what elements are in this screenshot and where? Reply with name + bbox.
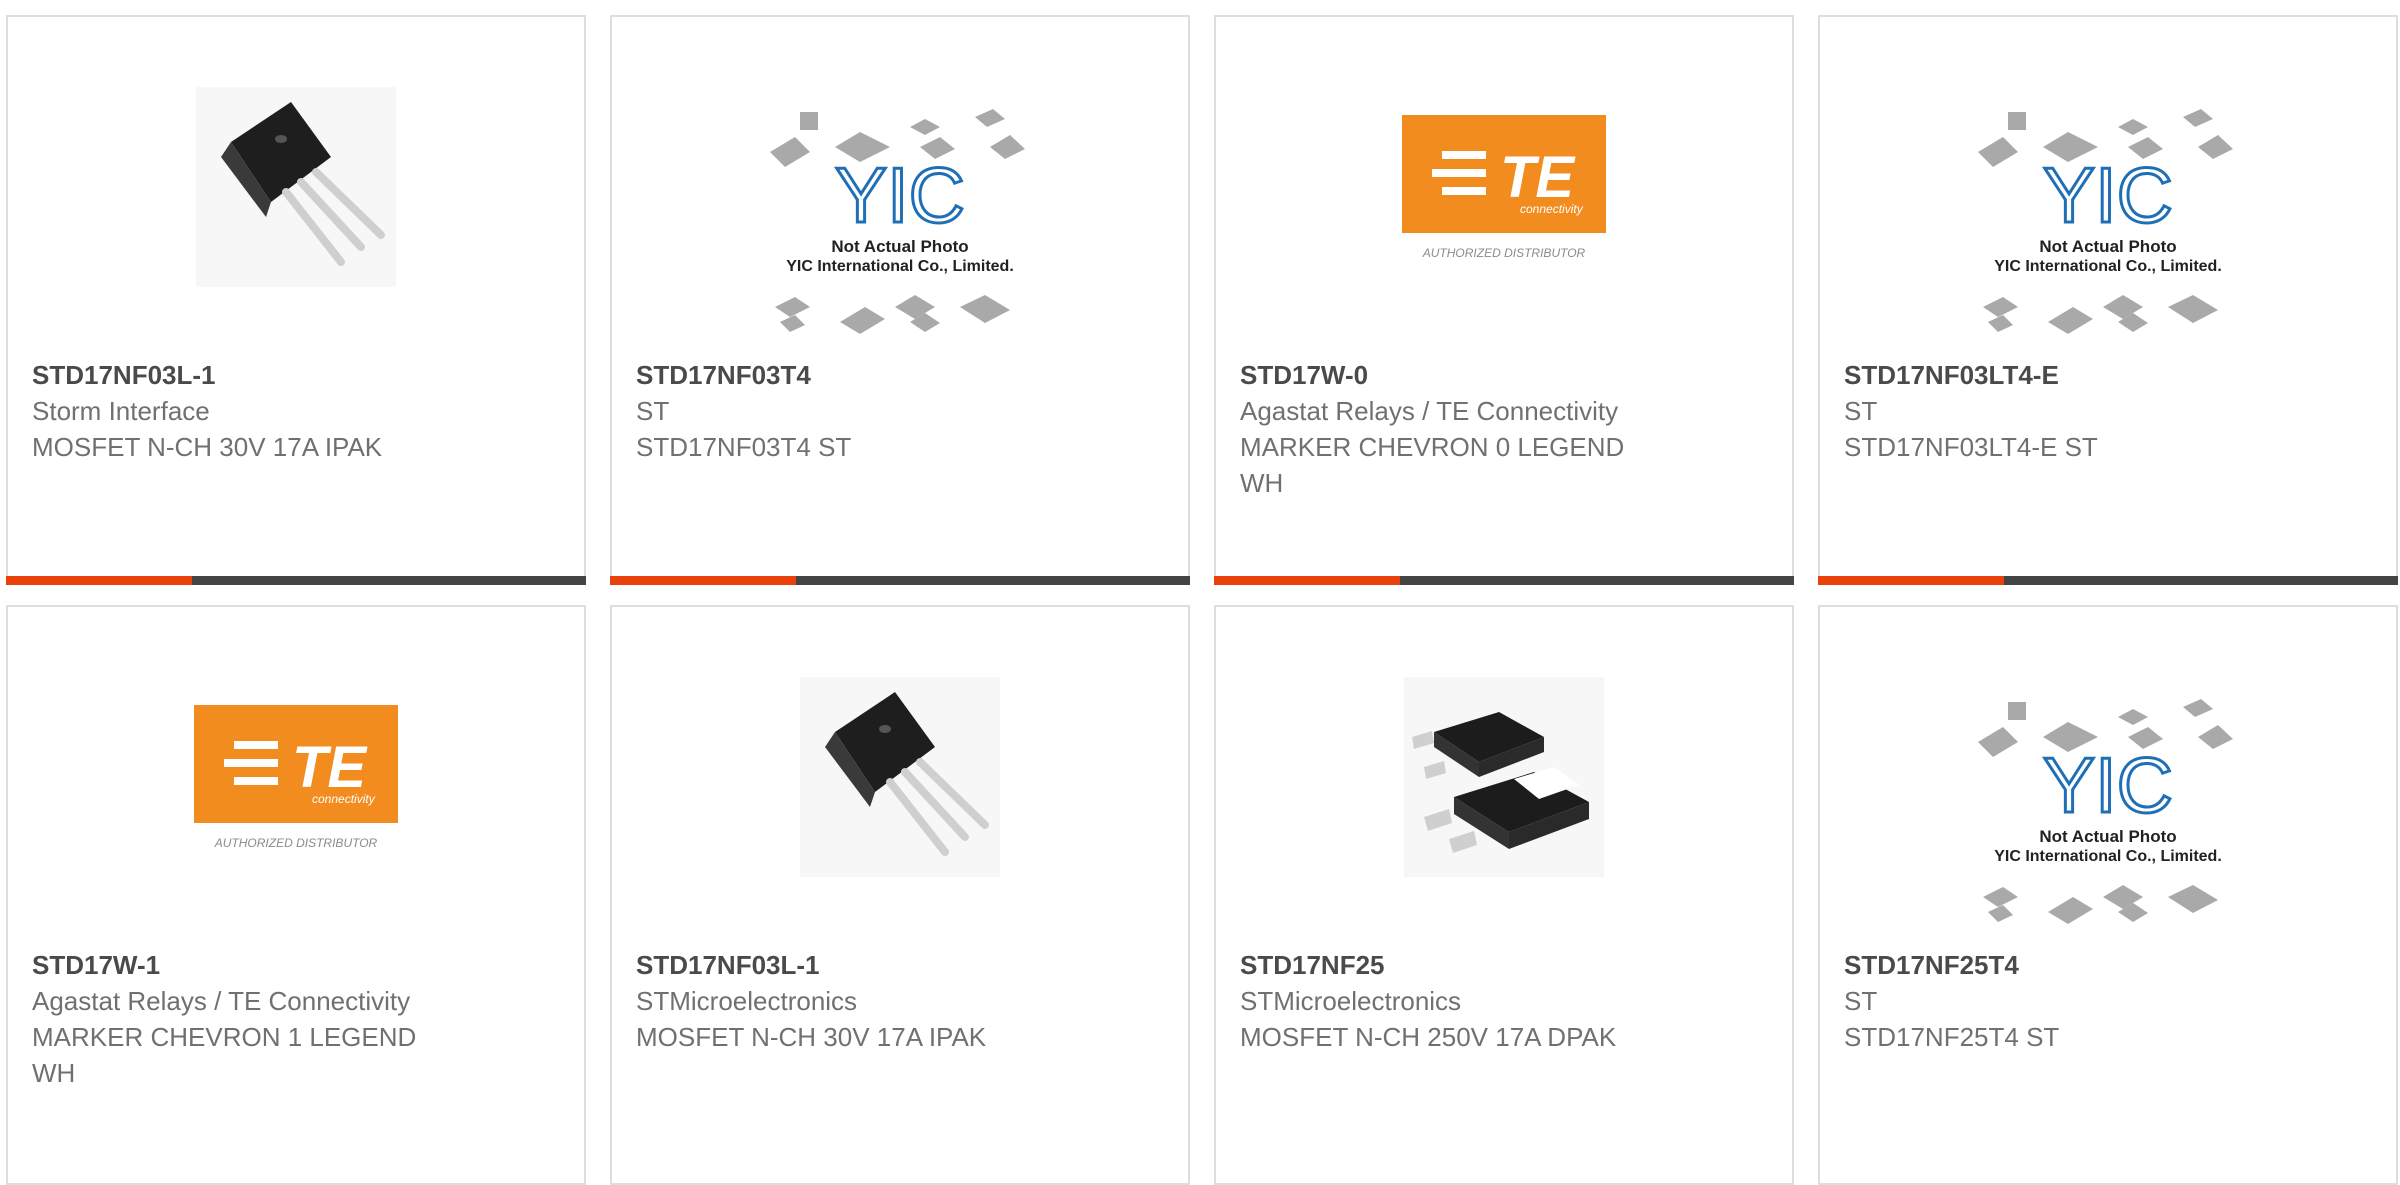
description: MOSFET N-CH 250V 17A DPAK: [1240, 1022, 1617, 1052]
part-number[interactable]: STD17NF03LT4-E: [1844, 357, 2372, 393]
yic-line2: YIC International Co., Limited.: [1994, 848, 2222, 865]
manufacturer: ST: [636, 396, 670, 426]
yic-placeholder-image: YIC Not Actual Photo YIC International C…: [1973, 697, 2243, 952]
manufacturer: Agastat Relays / TE Connectivity: [1240, 396, 1619, 426]
product-card[interactable]: YIC Not Actual Photo YIC International C…: [610, 15, 1190, 585]
product-grid: STD17NF03L-1 Storm Interface MOSFET N-CH…: [0, 0, 2400, 1185]
yic-logo: YIC: [2043, 151, 2173, 239]
manufacturer: Agastat Relays / TE Connectivity: [32, 986, 411, 1016]
yic-logo: YIC: [835, 151, 965, 239]
description: STD17NF25T4 ST: [1844, 1022, 2060, 1052]
product-card[interactable]: STD17NF25 STMicroelectronics MOSFET N-CH…: [1214, 605, 1794, 1185]
card-bar-accent: [6, 576, 192, 585]
yic-line2: YIC International Co., Limited.: [1994, 258, 2222, 275]
te-footer: AUTHORIZED DISTRIBUTOR: [1422, 246, 1586, 260]
card-bar-accent: [1214, 576, 1400, 585]
part-number[interactable]: STD17NF03L-1: [32, 357, 560, 393]
product-card[interactable]: STD17NF03L-1 Storm Interface MOSFET N-CH…: [6, 15, 586, 585]
manufacturer: ST: [1844, 986, 1878, 1016]
card-bar-accent: [610, 576, 796, 585]
part-number[interactable]: STD17NF03T4: [636, 357, 1164, 393]
manufacturer: STMicroelectronics: [636, 986, 858, 1016]
part-number[interactable]: STD17NF25: [1240, 947, 1768, 983]
te-logo-image: TE connectivity AUTHORIZED DISTRIBUTOR: [194, 705, 398, 862]
card-bar: [1214, 576, 1794, 585]
yic-line1: Not Actual Photo: [831, 237, 968, 256]
description: STD17NF03T4 ST: [636, 432, 852, 462]
description: STD17NF03LT4-E ST: [1844, 432, 2098, 462]
product-card[interactable]: TE connectivity AUTHORIZED DISTRIBUTOR S…: [1214, 15, 1794, 585]
yic-line2: YIC International Co., Limited.: [786, 258, 1014, 275]
card-bar: [610, 576, 1190, 585]
ipak-transistor-image: [800, 677, 1000, 882]
product-card[interactable]: TE connectivity AUTHORIZED DISTRIBUTOR S…: [6, 605, 586, 1185]
description: MARKER CHEVRON 1 LEGEND WH: [32, 1022, 417, 1088]
card-bar: [1818, 576, 2398, 585]
te-logo: TE: [1500, 145, 1576, 210]
te-tagline: connectivity: [312, 792, 376, 806]
te-footer: AUTHORIZED DISTRIBUTOR: [214, 836, 378, 850]
product-card[interactable]: STD17NF03L-1 STMicroelectronics MOSFET N…: [610, 605, 1190, 1185]
part-number[interactable]: STD17W-1: [32, 947, 560, 983]
te-tagline: connectivity: [1520, 202, 1584, 216]
manufacturer: STMicroelectronics: [1240, 986, 1462, 1016]
description: MARKER CHEVRON 0 LEGEND WH: [1240, 432, 1625, 498]
yic-line1: Not Actual Photo: [2039, 827, 2176, 846]
yic-placeholder-image: YIC Not Actual Photo YIC International C…: [765, 107, 1035, 362]
description: MOSFET N-CH 30V 17A IPAK: [32, 432, 383, 462]
manufacturer: ST: [1844, 396, 1878, 426]
te-logo: TE: [292, 735, 368, 800]
product-card[interactable]: YIC Not Actual Photo YIC International C…: [1818, 15, 2398, 585]
description: MOSFET N-CH 30V 17A IPAK: [636, 1022, 987, 1052]
dpak-transistor-image: [1404, 677, 1604, 882]
product-card[interactable]: YIC Not Actual Photo YIC International C…: [1818, 605, 2398, 1185]
yic-logo: YIC: [2043, 741, 2173, 829]
te-logo-image: TE connectivity AUTHORIZED DISTRIBUTOR: [1402, 115, 1606, 272]
yic-line1: Not Actual Photo: [2039, 237, 2176, 256]
part-number[interactable]: STD17NF25T4: [1844, 947, 2372, 983]
card-bar-accent: [1818, 576, 2004, 585]
yic-placeholder-image: YIC Not Actual Photo YIC International C…: [1973, 107, 2243, 362]
part-number[interactable]: STD17NF03L-1: [636, 947, 1164, 983]
manufacturer: Storm Interface: [32, 396, 210, 426]
ipak-transistor-image: [196, 87, 396, 292]
card-bar: [6, 576, 586, 585]
part-number[interactable]: STD17W-0: [1240, 357, 1768, 393]
